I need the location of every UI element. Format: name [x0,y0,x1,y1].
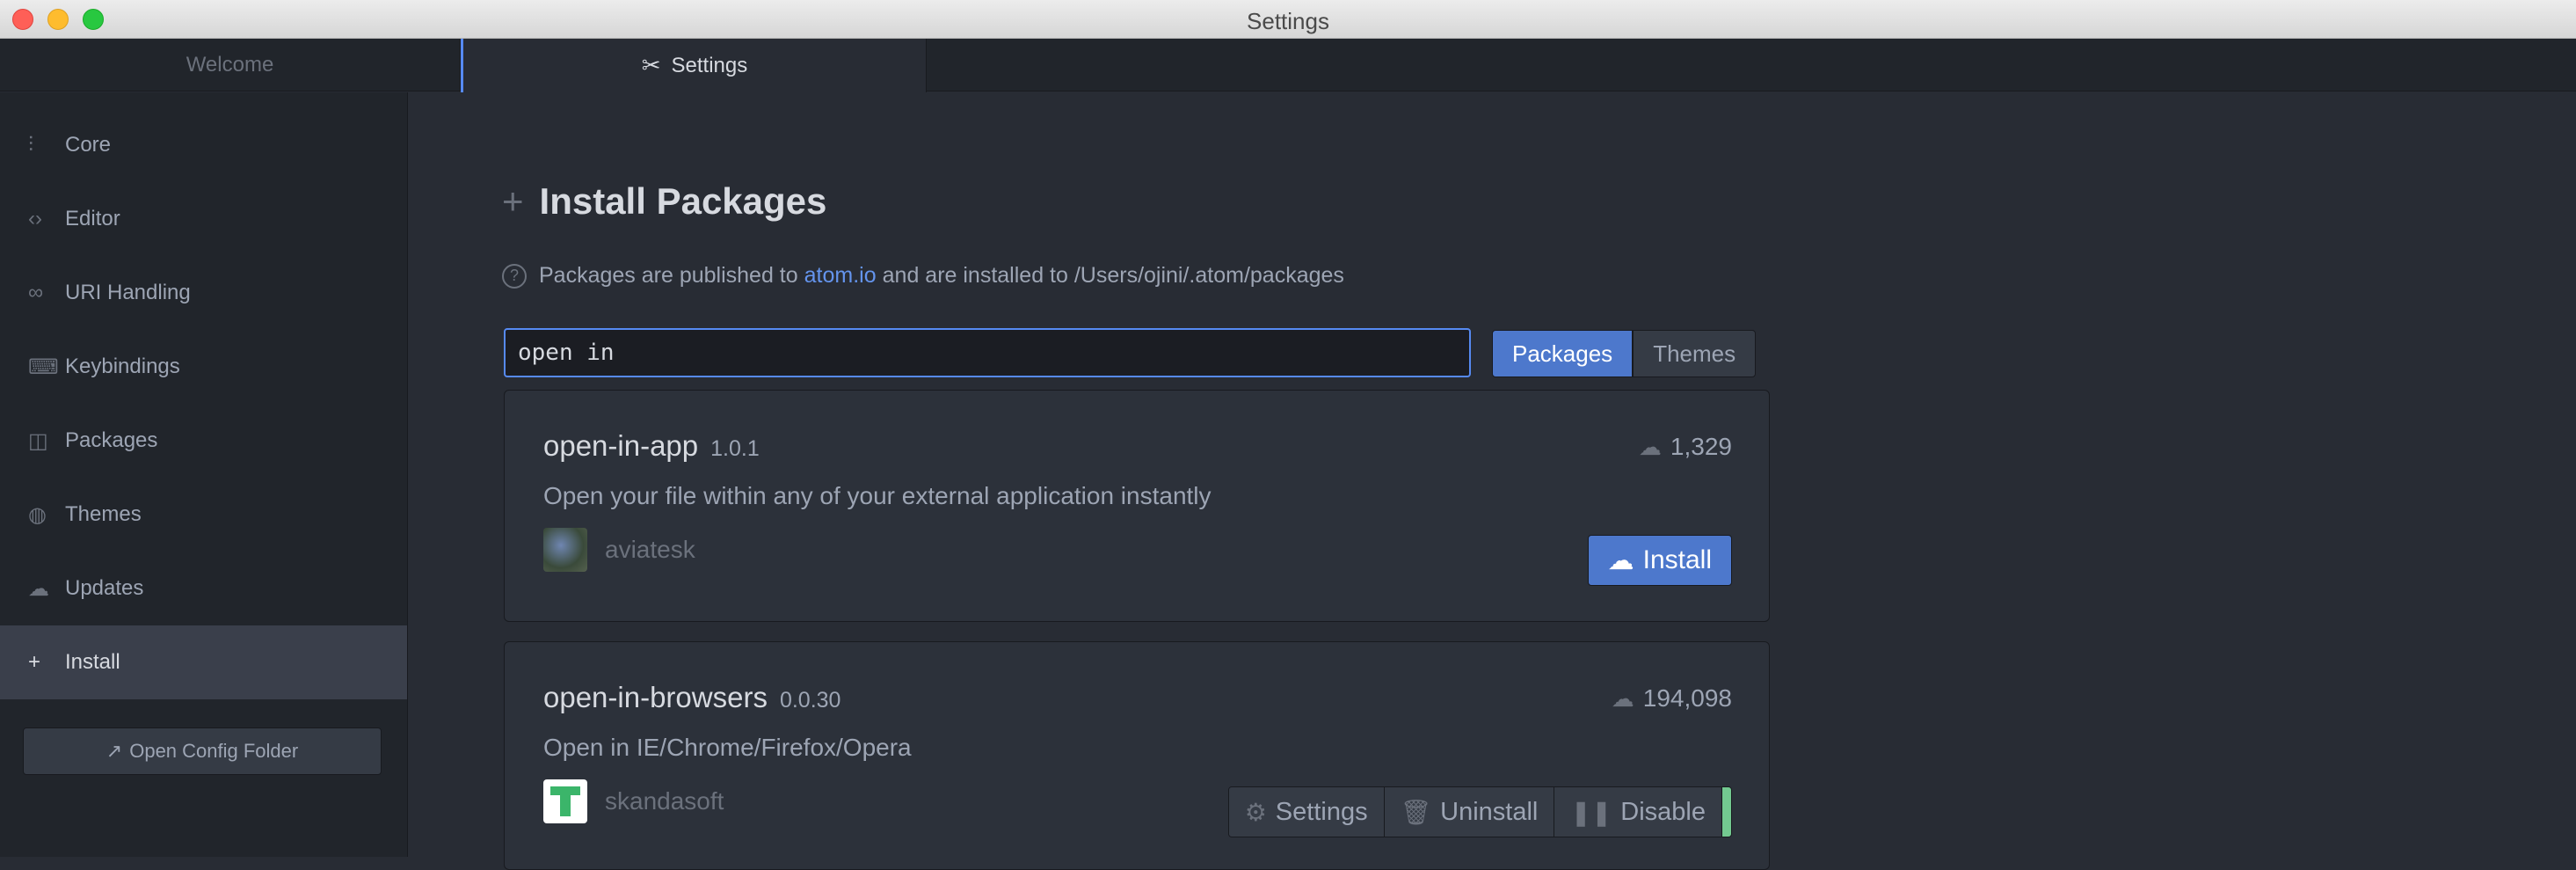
package-card[interactable]: open-in-app 1.0.1 ☁ 1,329 Open your file … [504,390,1770,622]
author-name[interactable]: aviatesk [605,536,695,564]
package-name[interactable]: open-in-app [543,429,698,462]
download-count-value: 194,098 [1642,684,1732,712]
info-prefix: Packages are published to [539,263,798,288]
pause-icon: ❚❚ [1570,798,1612,826]
cloud-download-icon: ☁ [1611,684,1634,712]
sidebar-item-uri-handling[interactable]: ∞ URI Handling [0,256,407,330]
package-version: 1.0.1 [710,436,760,461]
sidebar-item-install[interactable]: + Install [0,625,407,699]
sidebar-item-label: Core [65,133,112,157]
package-version: 0.0.30 [779,688,841,713]
package-description: Open in IE/Chrome/Firefox/Opera [543,734,912,761]
package-author[interactable]: skandasoft [543,779,724,823]
sidebar-item-label: Keybindings [65,355,180,378]
install-button[interactable]: ☁ Install [1587,535,1732,586]
cloud-download-icon: ☁ [28,576,49,601]
cloud-download-icon: ☁ [1638,433,1662,460]
link-icon: ∞ [28,281,44,304]
package-card[interactable]: open-in-browsers 0.0.30 ☁ 194,098 Open in… [504,641,1770,870]
tools-icon: ✂ [641,52,661,78]
section-heading: + Install Packages [502,180,826,223]
sidebar-item-themes[interactable]: ◍ Themes [0,478,407,552]
plus-icon: + [502,180,524,222]
sliders-icon: ⫶ [28,133,33,157]
author-name[interactable]: skandasoft [605,787,724,815]
package-icon: ◫ [28,428,48,453]
info-suffix: and are installed to /Users/ojini/.atom/… [882,263,1344,288]
sidebar-item-label: Editor [65,207,120,230]
window-title: Settings [1247,8,1329,34]
tab-settings[interactable]: ✂ Settings [461,39,927,92]
tab-bar: Welcome ✂ Settings [0,39,2576,92]
sidebar-item-core[interactable]: ⫶ Core [0,108,407,182]
sidebar-item-label: Install [65,650,120,674]
title-bar: Settings [0,0,2576,39]
disable-button-label: Disable [1620,797,1706,826]
package-name[interactable]: open-in-browsers [543,681,768,713]
section-heading-text: Install Packages [539,180,827,222]
tab-settings-label: Settings [671,53,748,77]
download-count: ☁ 194,098 [1612,684,1732,713]
package-title: open-in-browsers 0.0.30 [543,681,840,714]
sidebar-item-editor[interactable]: ‹› Editor [0,182,407,256]
install-button-label: Install [1642,545,1712,574]
enabled-status-indicator [1722,787,1731,837]
install-panel: + Install Packages ? Packages are publis… [409,92,2576,870]
tab-welcome[interactable]: Welcome [0,39,461,91]
gear-icon: ⚙ [1244,798,1267,826]
trash-icon: 🗑 [1400,798,1432,826]
settings-button-label: Settings [1275,797,1368,826]
package-description: Open your file within any of your extern… [543,482,1212,509]
open-config-folder-button[interactable]: ↗ Open Config Folder [23,727,382,775]
themes-toggle-button[interactable]: Themes [1633,330,1757,377]
search-type-toggle: Packages Themes [1492,330,1757,377]
install-info: ? Packages are published to atom.io and … [502,263,1344,289]
sidebar-item-keybindings[interactable]: ⌨ Keybindings [0,330,407,404]
tab-welcome-label: Welcome [186,53,274,77]
download-count-value: 1,329 [1670,433,1732,460]
package-search-input[interactable] [504,328,1471,377]
uninstall-button[interactable]: 🗑 Uninstall [1384,787,1555,837]
sidebar-item-updates[interactable]: ☁ Updates [0,552,407,625]
keyboard-icon: ⌨ [28,355,59,379]
packages-toggle-button[interactable]: Packages [1492,330,1634,377]
link-external-icon: ↗ [106,740,123,762]
paintcan-icon: ◍ [28,502,47,527]
open-config-folder-label: Open Config Folder [129,740,299,762]
sidebar-item-label: Updates [65,576,144,600]
sidebar-item-label: URI Handling [65,281,191,304]
code-icon: ‹› [28,207,42,230]
uninstall-button-label: Uninstall [1440,797,1539,826]
avatar [543,779,587,823]
package-author[interactable]: aviatesk [543,528,695,572]
download-count: ☁ 1,329 [1639,433,1732,461]
sidebar-item-label: Packages [65,428,158,452]
package-actions: ⚙ Settings 🗑 Uninstall ❚❚ Disable [1227,786,1732,837]
disable-button[interactable]: ❚❚ Disable [1554,787,1722,837]
atom-io-link[interactable]: atom.io [804,263,877,289]
cloud-download-icon: ☁ [1607,545,1634,575]
settings-sidebar: ⫶ Core ‹› Editor ∞ URI Handling ⌨ Keybin… [0,92,408,857]
avatar [543,528,587,572]
package-title: open-in-app 1.0.1 [543,429,760,463]
sidebar-item-packages[interactable]: ◫ Packages [0,404,407,478]
sidebar-item-label: Themes [65,502,142,526]
plus-icon: + [28,650,41,674]
package-settings-button[interactable]: ⚙ Settings [1228,787,1385,837]
question-icon: ? [502,263,527,289]
